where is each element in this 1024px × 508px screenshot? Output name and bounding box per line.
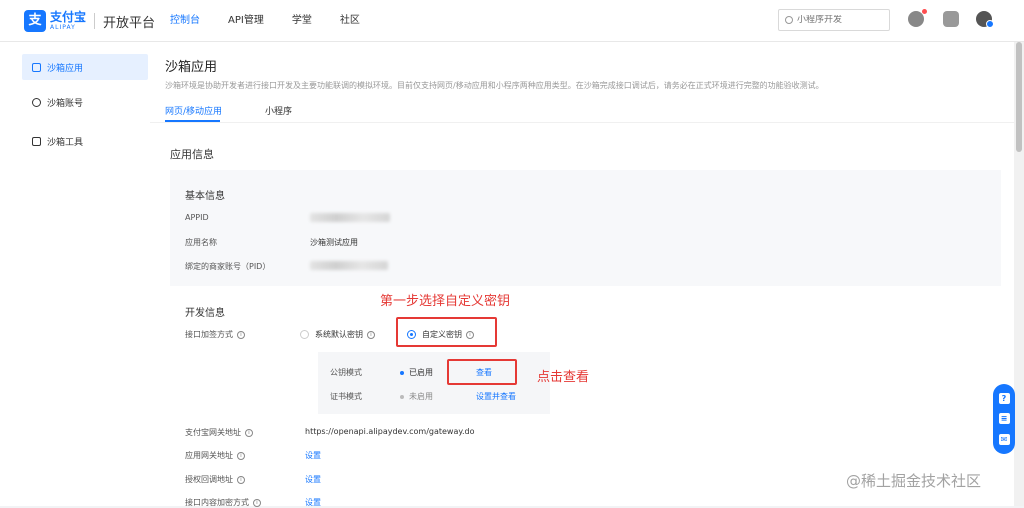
status-dot-enabled [400, 370, 404, 375]
sidebar-item-label: 沙箱应用 [47, 63, 84, 74]
radio-circle [300, 330, 309, 339]
page-title: 沙箱应用 [165, 60, 218, 75]
chat-icon[interactable]: ≡ [998, 413, 1010, 425]
sidebar-item-label: 沙箱工具 [47, 137, 84, 148]
gateway-value: https://openapi.alipaydev.com/gateway.do [305, 427, 475, 436]
info-icon: i [237, 475, 245, 484]
nav-console[interactable]: 控制台 [170, 0, 200, 42]
toolbox-icon [32, 136, 41, 146]
top-bar: 支 支付宝 ALIPAY 开放平台 控制台 API管理 学堂 社区 [0, 0, 1024, 42]
bell-icon[interactable] [908, 11, 924, 27]
alipay-logo-icon: 支 [24, 10, 46, 32]
sidebar-item-sandbox-tools[interactable]: 沙箱工具 [22, 128, 148, 154]
sidebar-item-sandbox-account[interactable]: 沙箱账号 [22, 89, 148, 115]
app-gateway-label: 应用网关地址 i [185, 450, 245, 461]
logo[interactable]: 支 支付宝 ALIPAY 开放平台 [24, 10, 155, 32]
sidebar-item-sandbox-app[interactable]: 沙箱应用 [22, 54, 148, 80]
tab-divider [150, 122, 1014, 123]
notification-dot [922, 9, 927, 14]
cube-icon [32, 62, 41, 72]
pubkey-mode-label: 公钥模式 [330, 368, 362, 377]
status-dot-disabled [400, 394, 404, 399]
nav-api[interactable]: API管理 [228, 0, 264, 42]
annotation-box-custom-key [396, 317, 497, 347]
basic-info-panel: 基本信息 APPID 应用名称 沙箱测试应用 绑定的商家账号（PID） [170, 170, 1001, 286]
info-icon: i [253, 498, 261, 507]
callback-set-link[interactable]: 设置 [305, 474, 321, 485]
top-nav: 控制台 API管理 学堂 社区 [170, 0, 388, 42]
main-content: 沙箱应用 沙箱环境是协助开发者进行接口开发及主要功能联调的模拟环境。目前仅支持网… [150, 42, 1014, 508]
scrollbar-thumb[interactable] [1016, 42, 1022, 152]
encrypt-label: 接口内容加密方式 i [185, 497, 261, 508]
pid-value-redacted [310, 261, 388, 270]
info-icon: i [245, 428, 253, 437]
app-name-label: 应用名称 [185, 238, 217, 247]
sign-method-label: 接口加签方式 i [185, 329, 245, 340]
annotation-step2: 点击查看 [537, 370, 590, 385]
search-input[interactable] [797, 15, 887, 25]
help-icon[interactable]: ? [998, 392, 1010, 404]
dev-info-title: 开发信息 [185, 308, 225, 319]
radio-default-key[interactable]: 系统默认密钥 i [300, 329, 375, 340]
callback-label: 授权回调地址 i [185, 474, 245, 485]
logo-divider [94, 13, 96, 29]
app-name-value: 沙箱测试应用 [310, 238, 358, 247]
basic-info-title: 基本信息 [185, 191, 225, 202]
logo-en: ALIPAY [50, 24, 76, 31]
nav-community[interactable]: 社区 [340, 0, 360, 42]
cert-status: 未启用 [400, 391, 433, 402]
sidebar-item-label: 沙箱账号 [47, 98, 84, 109]
cert-mode-label: 证书模式 [330, 392, 362, 401]
encrypt-set-link[interactable]: 设置 [305, 497, 321, 508]
apps-icon[interactable] [943, 11, 959, 27]
nav-school[interactable]: 学堂 [292, 0, 312, 42]
appid-label: APPID [185, 213, 209, 222]
section-title-app-info: 应用信息 [170, 148, 214, 161]
sidebar: 沙箱应用 沙箱账号 沙箱工具 [0, 42, 150, 506]
tab-mini-program[interactable]: 小程序 [265, 104, 292, 117]
pubkey-status: 已启用 [400, 367, 433, 378]
app-gateway-set-link[interactable]: 设置 [305, 450, 321, 461]
annotation-step1: 第一步选择自定义密钥 [380, 294, 511, 309]
tab-web-mobile[interactable]: 网页/移动应用 [165, 104, 222, 117]
info-icon: i [237, 451, 245, 460]
info-icon: i [237, 330, 245, 339]
page-description: 沙箱环境是协助开发者进行接口开发及主要功能联调的模拟环境。目前仅支持网页/移动应… [165, 81, 824, 90]
set-cert-link[interactable]: 设置并查看 [476, 391, 516, 402]
floating-help-bar: ? ≡ ✉ [993, 384, 1015, 454]
platform-name: 开放平台 [103, 15, 156, 31]
avatar-badge [986, 20, 994, 28]
info-icon: i [367, 330, 375, 339]
watermark: @稀土掘金技术社区 [846, 472, 982, 490]
logo-cn: 支付宝 [50, 10, 87, 24]
pid-label: 绑定的商家账号（PID） [185, 262, 271, 271]
appid-value-redacted [310, 213, 390, 222]
search-icon [785, 16, 793, 24]
user-icon [32, 97, 41, 107]
feedback-icon[interactable]: ✉ [998, 434, 1010, 446]
gateway-label: 支付宝网关地址 i [185, 427, 253, 438]
search-box[interactable] [778, 9, 890, 31]
annotation-box-view [447, 359, 517, 385]
